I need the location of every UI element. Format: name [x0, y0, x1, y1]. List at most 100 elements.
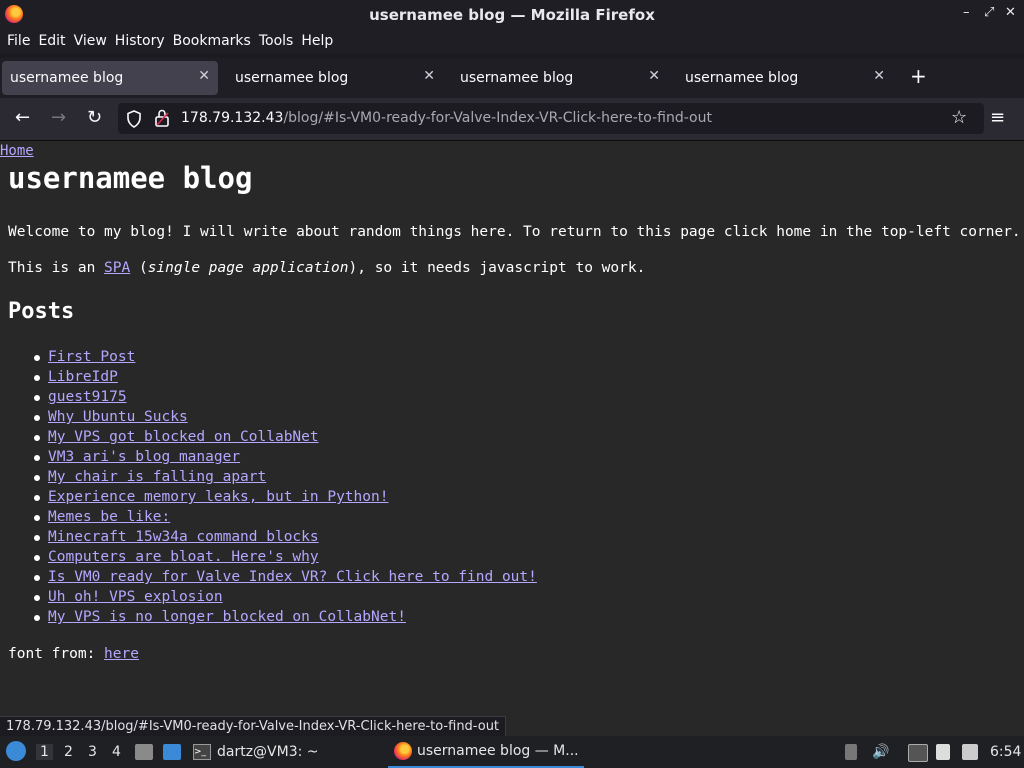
back-button[interactable]: ←	[15, 107, 30, 128]
post-link[interactable]: My VPS is no longer blocked on CollabNet…	[48, 609, 406, 625]
close-window-icon[interactable]: ✕	[1005, 5, 1016, 20]
list-item: Uh oh! VPS explosion	[34, 589, 537, 609]
new-tab-button[interactable]: +	[910, 64, 927, 88]
list-item: Is VM0 ready for Valve Index VR? Click h…	[34, 569, 537, 589]
spa-italic: single page application	[147, 260, 349, 276]
file-manager-icon[interactable]	[135, 744, 153, 760]
url-bar[interactable]: 178.79.132.43/blog/#Is-VM0-ready-for-Val…	[118, 103, 984, 134]
terminal-task-label: dartz@VM3: ~	[217, 744, 319, 760]
forward-button[interactable]: →	[51, 107, 66, 128]
volume-icon[interactable]: 🔊	[872, 744, 889, 760]
menu-history[interactable]: History	[115, 33, 165, 49]
post-link[interactable]: My VPS got blocked on CollabNet	[48, 429, 319, 445]
font-link[interactable]: here	[104, 646, 139, 662]
list-item: Why Ubuntu Sucks	[34, 409, 537, 429]
url-path: /blog/#Is-VM0-ready-for-Valve-Index-VR-C…	[283, 110, 712, 126]
page-title: usernamee blog	[8, 161, 253, 195]
home-link[interactable]: Home	[0, 143, 34, 159]
post-link[interactable]: guest9175	[48, 389, 127, 405]
post-link[interactable]: VM3 ari's blog manager	[48, 449, 240, 465]
post-link[interactable]: LibreIdP	[48, 369, 118, 385]
post-link[interactable]: Memes be like:	[48, 509, 170, 525]
menu-edit[interactable]: Edit	[38, 33, 65, 49]
list-item: My VPS is no longer blocked on CollabNet…	[34, 609, 537, 629]
tab-2[interactable]: usernamee blog ✕	[227, 61, 443, 95]
lock-icon[interactable]	[154, 109, 170, 127]
post-link[interactable]: Is VM0 ready for Valve Index VR? Click h…	[48, 569, 537, 585]
spa-link[interactable]: SPA	[104, 260, 130, 276]
workspace-4[interactable]: 4	[112, 744, 121, 760]
page-content: Home usernamee blog Welcome to my blog! …	[0, 141, 1024, 736]
menu-view[interactable]: View	[74, 33, 107, 49]
close-tab-icon[interactable]: ✕	[873, 68, 885, 84]
bookmark-star-icon[interactable]: ☆	[951, 107, 967, 128]
menu-tools[interactable]: Tools	[259, 33, 294, 49]
post-link[interactable]: Why Ubuntu Sucks	[48, 409, 188, 425]
menu-file[interactable]: File	[7, 33, 30, 49]
list-item: My chair is falling apart	[34, 469, 537, 489]
firefox-task-icon	[394, 742, 412, 760]
list-item: My VPS got blocked on CollabNet	[34, 429, 537, 449]
list-item: guest9175	[34, 389, 537, 409]
terminal-task[interactable]: >_ dartz@VM3: ~	[193, 736, 319, 768]
post-link[interactable]: Computers are bloat. Here's why	[48, 549, 319, 565]
notification-icon[interactable]	[962, 744, 978, 760]
post-link[interactable]: My chair is falling apart	[48, 469, 266, 485]
url-host: 178.79.132.43	[181, 110, 284, 126]
list-item: Minecraft 15w34a command blocks	[34, 529, 537, 549]
start-menu-icon[interactable]	[6, 741, 26, 761]
window-titlebar: usernamee blog — Mozilla Firefox – ⤢ ✕	[0, 0, 1024, 29]
spa-text-pre: This is an	[8, 260, 105, 276]
firefox-task[interactable]: usernamee blog — M...	[388, 736, 584, 768]
post-link[interactable]: Minecraft 15w34a command blocks	[48, 529, 319, 545]
list-item: First Post	[34, 349, 537, 369]
spa-paragraph: This is an SPA (single page application)…	[8, 260, 645, 276]
app-menu-button[interactable]: ≡	[990, 107, 1005, 128]
workspace-3[interactable]: 3	[88, 744, 97, 760]
tab-3[interactable]: usernamee blog ✕	[452, 61, 668, 95]
list-item: Memes be like:	[34, 509, 537, 529]
desktop-icon[interactable]	[163, 744, 181, 760]
tab-label: usernamee blog	[235, 70, 349, 86]
post-link[interactable]: Uh oh! VPS explosion	[48, 589, 223, 605]
list-item: Computers are bloat. Here's why	[34, 549, 537, 569]
tab-bar: usernamee blog ✕ usernamee blog ✕ userna…	[0, 58, 1024, 98]
navigation-bar: ← → ↻ 178.79.132.43/blog/#Is-VM0-ready-f…	[0, 98, 1024, 141]
spa-text-post: ), so it needs javascript to work.	[348, 260, 646, 276]
restore-icon[interactable]: ⤢	[984, 5, 994, 20]
font-from-text: font from:	[8, 646, 105, 662]
post-link[interactable]: First Post	[48, 349, 135, 365]
workspace-2[interactable]: 2	[64, 744, 73, 760]
menu-bar: File Edit View History Bookmarks Tools H…	[0, 29, 1024, 53]
clock: 6:54	[990, 744, 1022, 760]
posts-list: First Post LibreIdP guest9175 Why Ubuntu…	[34, 349, 537, 629]
close-tab-icon[interactable]: ✕	[423, 68, 435, 84]
status-link-preview: 178.79.132.43/blog/#Is-VM0-ready-for-Val…	[0, 716, 507, 737]
firefox-logo-icon	[5, 5, 23, 23]
clipboard-icon[interactable]	[936, 744, 950, 760]
reload-button[interactable]: ↻	[87, 107, 102, 128]
workspace-1[interactable]: 1	[36, 744, 53, 760]
tab-1[interactable]: usernamee blog ✕	[2, 61, 218, 95]
tray-device-icon[interactable]	[845, 744, 857, 760]
close-tab-icon[interactable]: ✕	[648, 68, 660, 84]
posts-heading: Posts	[8, 299, 75, 324]
welcome-text: Welcome to my blog! I will write about r…	[8, 224, 1021, 240]
close-tab-icon[interactable]: ✕	[198, 68, 210, 84]
shield-icon[interactable]	[126, 110, 142, 128]
tab-label: usernamee blog	[460, 70, 574, 86]
tab-label: usernamee blog	[685, 70, 799, 86]
list-item: LibreIdP	[34, 369, 537, 389]
menu-help[interactable]: Help	[301, 33, 333, 49]
list-item: VM3 ari's blog manager	[34, 449, 537, 469]
minimize-icon[interactable]: –	[963, 5, 970, 20]
network-icon[interactable]	[908, 744, 928, 762]
terminal-icon: >_	[193, 744, 211, 760]
post-link[interactable]: Experience memory leaks, but in Python!	[48, 489, 388, 505]
taskbar: 1 2 3 4 >_ dartz@VM3: ~ usernamee blog —…	[0, 736, 1024, 768]
url-text[interactable]: 178.79.132.43/blog/#Is-VM0-ready-for-Val…	[181, 110, 712, 126]
tab-4[interactable]: usernamee blog ✕	[677, 61, 893, 95]
window-title: usernamee blog — Mozilla Firefox	[369, 5, 655, 24]
menu-bookmarks[interactable]: Bookmarks	[173, 33, 251, 49]
spa-paren: (	[130, 260, 148, 276]
